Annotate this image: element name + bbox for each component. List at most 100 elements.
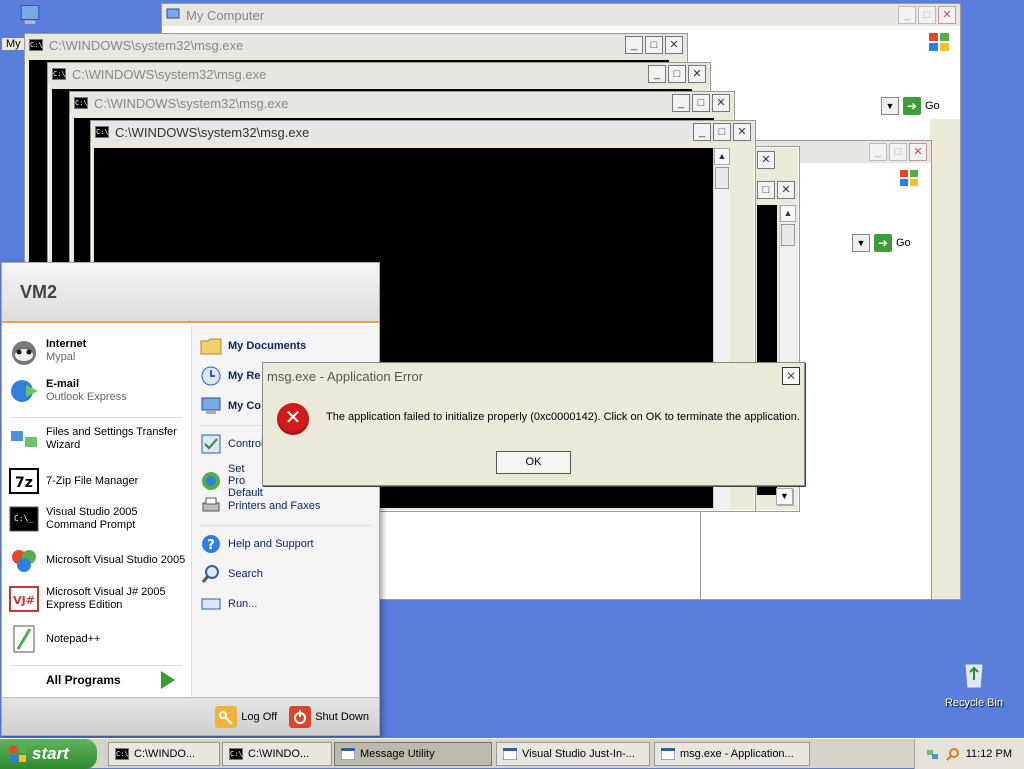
taskbar-item-message-utility[interactable]: Message Utility xyxy=(334,742,492,766)
start-place-default-programs[interactable]: Set Pro Default xyxy=(200,463,263,499)
go-arrow-icon[interactable]: ➜ xyxy=(903,97,921,115)
close-button[interactable]: ✕ xyxy=(909,143,927,161)
maximize-button[interactable]: □ xyxy=(668,65,686,83)
all-programs-button[interactable]: All Programs xyxy=(46,671,175,689)
play-arrow-icon xyxy=(160,671,175,689)
maximize-button[interactable]: □ xyxy=(645,36,663,54)
power-icon xyxy=(289,705,312,728)
go-arrow-icon[interactable]: ➜ xyxy=(874,234,892,252)
ok-button[interactable]: OK xyxy=(496,451,571,474)
console-icon: C:\ xyxy=(115,748,129,760)
start-place-my-recent[interactable]: My Re xyxy=(200,365,260,387)
start-button[interactable]: start xyxy=(0,739,97,769)
window-icon xyxy=(341,748,355,760)
start-item-visual-jsharp[interactable]: VJ# Microsoft Visual J# 2005 Express Edi… xyxy=(8,583,190,615)
start-place-label: My Re xyxy=(228,370,261,382)
console-scroll-down-button[interactable]: ▼ xyxy=(776,488,793,505)
close-button[interactable]: ✕ xyxy=(688,65,706,83)
close-button[interactable]: ✕ xyxy=(733,123,751,141)
start-menu-user: VM2 xyxy=(2,263,379,323)
scroll-up-button[interactable]: ▲ xyxy=(780,205,796,222)
desktop-icon-recycle-bin[interactable]: Recycle Bin xyxy=(944,658,1004,709)
console-icon: C:\ xyxy=(229,748,243,760)
address-bar: ▼ ➜ Go xyxy=(852,234,911,252)
start-place-my-documents[interactable]: My Documents xyxy=(200,335,306,357)
dialog-message: The application failed to initialize pro… xyxy=(326,411,800,423)
start-place-my-computer[interactable]: My Co xyxy=(200,395,261,417)
close-button[interactable]: ✕ xyxy=(712,94,730,112)
start-menu-programs: Internet Mypal E-mail Outlook Express Fi… xyxy=(2,325,191,697)
start-place-help[interactable]: ? Help and Support xyxy=(200,533,314,555)
console-icon: C:\ xyxy=(29,39,43,51)
start-item-notepadpp[interactable]: Notepad++ xyxy=(8,623,190,655)
log-off-button[interactable]: Log Off xyxy=(215,705,277,728)
start-place-label: Printers and Faxes xyxy=(228,500,321,512)
close-button[interactable]: ✕ xyxy=(938,6,956,24)
go-button[interactable]: Go xyxy=(896,237,911,249)
start-label: start xyxy=(32,744,69,763)
maximize-button[interactable]: □ xyxy=(757,181,775,199)
start-item-vs-command-prompt[interactable]: C:\_ Visual Studio 2005 Command Prompt xyxy=(8,503,190,535)
maximize-button[interactable]: □ xyxy=(713,123,731,141)
start-item-transfer-wizard[interactable]: Files and Settings Transfer Wizard xyxy=(8,423,190,455)
minimize-button[interactable]: _ xyxy=(625,36,643,54)
address-dropdown[interactable]: ▼ xyxy=(881,97,899,115)
console-front-titlebar[interactable]: C:\ C:\WINDOWS\system32\msg.exe _ □ ✕ xyxy=(91,121,755,143)
start-item-7zip[interactable]: 7z 7-Zip File Manager xyxy=(8,465,190,497)
scroll-thumb[interactable] xyxy=(781,224,795,246)
network-icon[interactable] xyxy=(926,747,940,761)
close-button[interactable]: ✕ xyxy=(665,36,683,54)
recent-documents-icon xyxy=(201,366,221,386)
start-place-printers[interactable]: Printers and Faxes xyxy=(200,495,320,517)
minimize-button[interactable]: _ xyxy=(693,123,711,141)
start-place-run[interactable]: Run... xyxy=(200,593,257,615)
desktop-icon-my-computer[interactable] xyxy=(10,2,50,37)
minimize-button[interactable]: _ xyxy=(869,143,887,161)
go-button[interactable]: Go xyxy=(925,100,940,112)
taskbar-item-msg-error[interactable]: msg.exe - Application... xyxy=(654,742,810,766)
taskbar-item-console-1[interactable]: C:\ C:\WINDO... xyxy=(108,742,220,766)
console-1-titlebar[interactable]: C:\ C:\WINDOWS\system32\msg.exe _ □ ✕ xyxy=(25,34,687,56)
shut-down-button[interactable]: Shut Down xyxy=(289,705,369,728)
search-tray-icon[interactable] xyxy=(946,747,960,761)
minimize-button[interactable]: _ xyxy=(672,94,690,112)
start-item-email[interactable]: E-mail Outlook Express xyxy=(8,375,190,407)
start-item-internet[interactable]: Internet Mypal xyxy=(8,335,190,367)
my-computer-titlebar[interactable]: My Computer _ □ ✕ xyxy=(162,4,960,26)
start-place-label: Run... xyxy=(228,598,258,610)
close-button[interactable]: ✕ xyxy=(782,367,800,385)
console-3-titlebar[interactable]: C:\ C:\WINDOWS\system32\msg.exe _ □ ✕ xyxy=(70,92,734,114)
start-place-control-panel[interactable]: Control xyxy=(200,433,263,455)
transfer-wizard-icon xyxy=(11,431,37,447)
minimize-button[interactable]: _ xyxy=(898,6,916,24)
maximize-button[interactable]: □ xyxy=(692,94,710,112)
address-dropdown[interactable]: ▼ xyxy=(852,234,870,252)
system-tray: 11:12 PM xyxy=(914,739,1024,769)
close-button[interactable]: ✕ xyxy=(777,181,795,199)
minimize-button[interactable]: _ xyxy=(648,65,666,83)
scroll-up-button[interactable]: ▲ xyxy=(714,148,730,165)
window-title: C:\WINDOWS\system32\msg.exe xyxy=(49,37,244,53)
maximize-button[interactable]: □ xyxy=(889,143,907,161)
computer-icon xyxy=(166,8,180,19)
maximize-button[interactable]: □ xyxy=(918,6,936,24)
address-bar: ▼ ➜ Go xyxy=(881,97,940,115)
scroll-thumb[interactable] xyxy=(715,167,729,189)
raccoon-browser-icon xyxy=(12,341,36,365)
console-2-titlebar[interactable]: C:\ C:\WINDOWS\system32\msg.exe _ □ ✕ xyxy=(48,63,710,85)
taskbar-item-label: Message Utility xyxy=(360,748,435,760)
svg-text:7z: 7z xyxy=(15,475,33,491)
svg-text:?: ? xyxy=(207,538,215,553)
dialog-titlebar[interactable]: msg.exe - Application Error ✕ xyxy=(263,363,804,389)
start-item-title: Internet xyxy=(46,338,87,350)
taskbar-item-console-2[interactable]: C:\ C:\WINDO... xyxy=(222,742,332,766)
start-item-label: Files and Settings Transfer Wizard xyxy=(46,426,177,451)
taskbar-item-vs-jit[interactable]: Visual Studio Just-In-... xyxy=(496,742,650,766)
jsharp-icon: VJ# xyxy=(9,586,39,612)
start-item-visual-studio[interactable]: Microsoft Visual Studio 2005 xyxy=(8,544,190,576)
close-button[interactable]: ✕ xyxy=(757,151,775,169)
search-icon xyxy=(201,565,219,583)
start-menu: VM2 Internet Mypal E-mail Outlook Expres… xyxy=(1,262,380,736)
start-place-search[interactable]: Search xyxy=(200,563,263,585)
taskbar-item-label: msg.exe - Application... xyxy=(680,748,794,760)
